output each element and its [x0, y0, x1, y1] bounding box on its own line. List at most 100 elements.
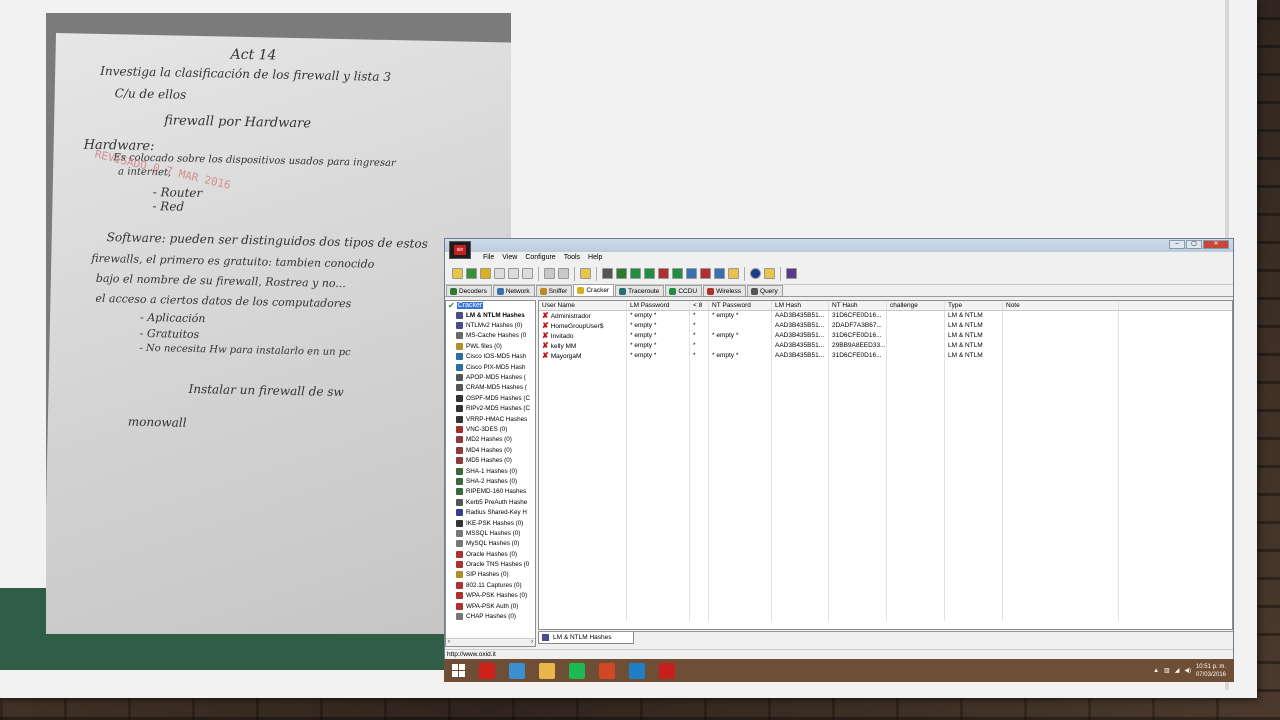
menu-help[interactable]: Help [588, 254, 602, 261]
tree-item[interactable]: 802.11 Captures (0) [446, 580, 535, 590]
scroll-left-icon[interactable]: ‹ [448, 639, 450, 646]
lsa-icon[interactable] [630, 268, 641, 279]
close-button[interactable]: ✕ [1203, 240, 1229, 249]
tree-item[interactable]: Cisco PIX-MD5 Hash [446, 362, 535, 372]
tray-expand-icon[interactable]: ▲ [1153, 668, 1159, 674]
pwd-icon[interactable] [644, 268, 655, 279]
tree-item[interactable]: CRAM-MD5 Hashes ( [446, 383, 535, 393]
start-sniffer-icon[interactable] [466, 268, 477, 279]
col-lm-hash[interactable]: LM Hash [772, 301, 829, 310]
tree-item[interactable]: PWL files (0) [446, 341, 535, 351]
photos-icon[interactable] [622, 659, 652, 682]
table-row[interactable]: ✘ Invitado * empty * * * empty * AAD3B435B51.… [539, 331, 1232, 341]
tree-item[interactable]: RIPv2-MD5 Hashes (C [446, 404, 535, 414]
tab-ccdu[interactable]: CCDU [665, 285, 703, 296]
base64-icon[interactable] [494, 268, 505, 279]
menu-file[interactable]: File [483, 254, 494, 261]
notepad-icon[interactable] [502, 659, 532, 682]
col-user-name[interactable]: User Name [539, 301, 627, 310]
table-row[interactable]: ✘ kelly MM * empty * * AAD3B435B51... 29BB9A8… [539, 341, 1232, 351]
tab-query[interactable]: Query [747, 285, 783, 296]
tree-item[interactable]: Cisco IOS-MD5 Hash [446, 352, 535, 362]
tree-item[interactable]: VRRP-HMAC Hashes [446, 414, 535, 424]
tree-item[interactable]: Oracle TNS Hashes (0 [446, 559, 535, 569]
route-icon[interactable] [602, 268, 613, 279]
cain-app-icon[interactable]: ain [449, 241, 471, 259]
col-lm-password[interactable]: LM Password [627, 301, 690, 310]
tab-network[interactable]: Network [492, 285, 535, 296]
user-icon[interactable] [786, 268, 797, 279]
tree-item[interactable]: Radius Shared-Key H [446, 507, 535, 517]
tree-item[interactable]: Oracle Hashes (0) [446, 549, 535, 559]
tree-item[interactable]: WPA-PSK Hashes (0) [446, 591, 535, 601]
volume-icon[interactable]: ◀) [1184, 667, 1191, 674]
tab-cracker[interactable]: Cracker [573, 284, 615, 296]
menu-configure[interactable]: Configure [525, 254, 555, 261]
start-button[interactable] [444, 659, 472, 682]
col-lt8[interactable]: < 8 [690, 301, 709, 310]
tree-item[interactable]: RIPEMD-160 Hashes [446, 487, 535, 497]
vnc-icon[interactable] [700, 268, 711, 279]
file-explorer-icon[interactable] [532, 659, 562, 682]
poison-icon[interactable] [480, 268, 491, 279]
tree-item[interactable]: MD5 Hashes (0) [446, 455, 535, 465]
col-nt-password[interactable]: NT Password [709, 301, 772, 310]
col-type[interactable]: Type [945, 301, 1003, 310]
decode-icon[interactable] [508, 268, 519, 279]
tab-wireless[interactable]: Wireless [703, 285, 747, 296]
scroll-right-icon[interactable]: › [531, 639, 533, 646]
tree-item[interactable]: CHAP Hashes (0) [446, 611, 535, 621]
table-row[interactable]: ✘ MayorgaM * empty * * * empty * AAD3B435B51.… [539, 351, 1232, 361]
tree-item[interactable]: SHA-2 Hashes (0) [446, 476, 535, 486]
tree-item[interactable]: MySQL Hashes (0) [446, 539, 535, 549]
signal-icon[interactable]: ◢ [1175, 667, 1180, 674]
col-note[interactable]: Note [1003, 301, 1119, 310]
add-icon[interactable] [544, 268, 555, 279]
col-nt-hash[interactable]: NT Hash [829, 301, 887, 310]
tree-item[interactable]: MS-Cache Hashes (0 [446, 331, 535, 341]
tree-item[interactable]: OSPF-MD5 Hashes (C [446, 393, 535, 403]
tree-item[interactable]: Kerb5 PreAuth Hashe [446, 497, 535, 507]
tree-item[interactable]: VNC-3DES (0) [446, 424, 535, 434]
cracker-tree[interactable]: ✔ Cracker LM & NTLM Hashes NTLMv2 Hashes … [445, 300, 536, 647]
hash-calc-icon[interactable] [658, 268, 669, 279]
minimize-button[interactable]: – [1169, 240, 1185, 249]
remove-icon[interactable] [558, 268, 569, 279]
tree-item[interactable]: MSSQL Hashes (0) [446, 528, 535, 538]
table-row[interactable]: ✘ HomeGroupUser$ * empty * * AAD3B435B51... 2… [539, 321, 1232, 331]
help-icon[interactable] [764, 268, 775, 279]
open-icon[interactable] [452, 268, 463, 279]
menu-tools[interactable]: Tools [564, 254, 580, 261]
spotify-icon[interactable] [562, 659, 592, 682]
powerpoint-icon[interactable] [592, 659, 622, 682]
tree-root[interactable]: ✔ Cracker [446, 301, 535, 310]
menu-view[interactable]: View [502, 254, 517, 261]
tree-item[interactable]: LM & NTLM Hashes [446, 310, 535, 320]
cert-collector-icon[interactable] [728, 268, 739, 279]
tab-decoders[interactable]: Decoders [446, 285, 492, 296]
title-bar[interactable]: ain – ▢ ✕ [445, 239, 1233, 259]
tree-item[interactable]: WPA-PSK Auth (0) [446, 601, 535, 611]
info-icon[interactable] [750, 268, 761, 279]
clock[interactable]: 10:51 p. m. 07/03/2016 [1196, 663, 1226, 679]
tree-item[interactable]: SIP Hashes (0) [446, 570, 535, 580]
tree-item[interactable]: APOP-MD5 Hashes ( [446, 372, 535, 382]
tab-sniffer[interactable]: Sniffer [535, 285, 573, 296]
opera-icon[interactable] [472, 659, 502, 682]
certificate-icon[interactable] [580, 268, 591, 279]
ntlm-icon[interactable] [522, 268, 533, 279]
network-icon[interactable]: ▥ [1164, 667, 1170, 674]
tree-item[interactable]: NTLMv2 Hashes (0) [446, 320, 535, 330]
maximize-button[interactable]: ▢ [1186, 240, 1202, 249]
terminal-icon[interactable] [672, 268, 683, 279]
col-challenge[interactable]: challenge [887, 301, 945, 310]
key-icon[interactable] [616, 268, 627, 279]
tab-traceroute[interactable]: Traceroute [615, 285, 665, 296]
dns-icon[interactable] [714, 268, 725, 279]
tree-item[interactable]: MD4 Hashes (0) [446, 445, 535, 455]
cain-icon[interactable] [652, 659, 682, 682]
table-row[interactable]: ✘ Administrador * empty * * * empty * AAD3B43… [539, 311, 1232, 321]
rdp-icon[interactable] [686, 268, 697, 279]
tab-lm-ntlm-hashes[interactable]: LM & NTLM Hashes [538, 632, 634, 644]
tree-scrollbar[interactable]: ‹ › [446, 638, 535, 646]
